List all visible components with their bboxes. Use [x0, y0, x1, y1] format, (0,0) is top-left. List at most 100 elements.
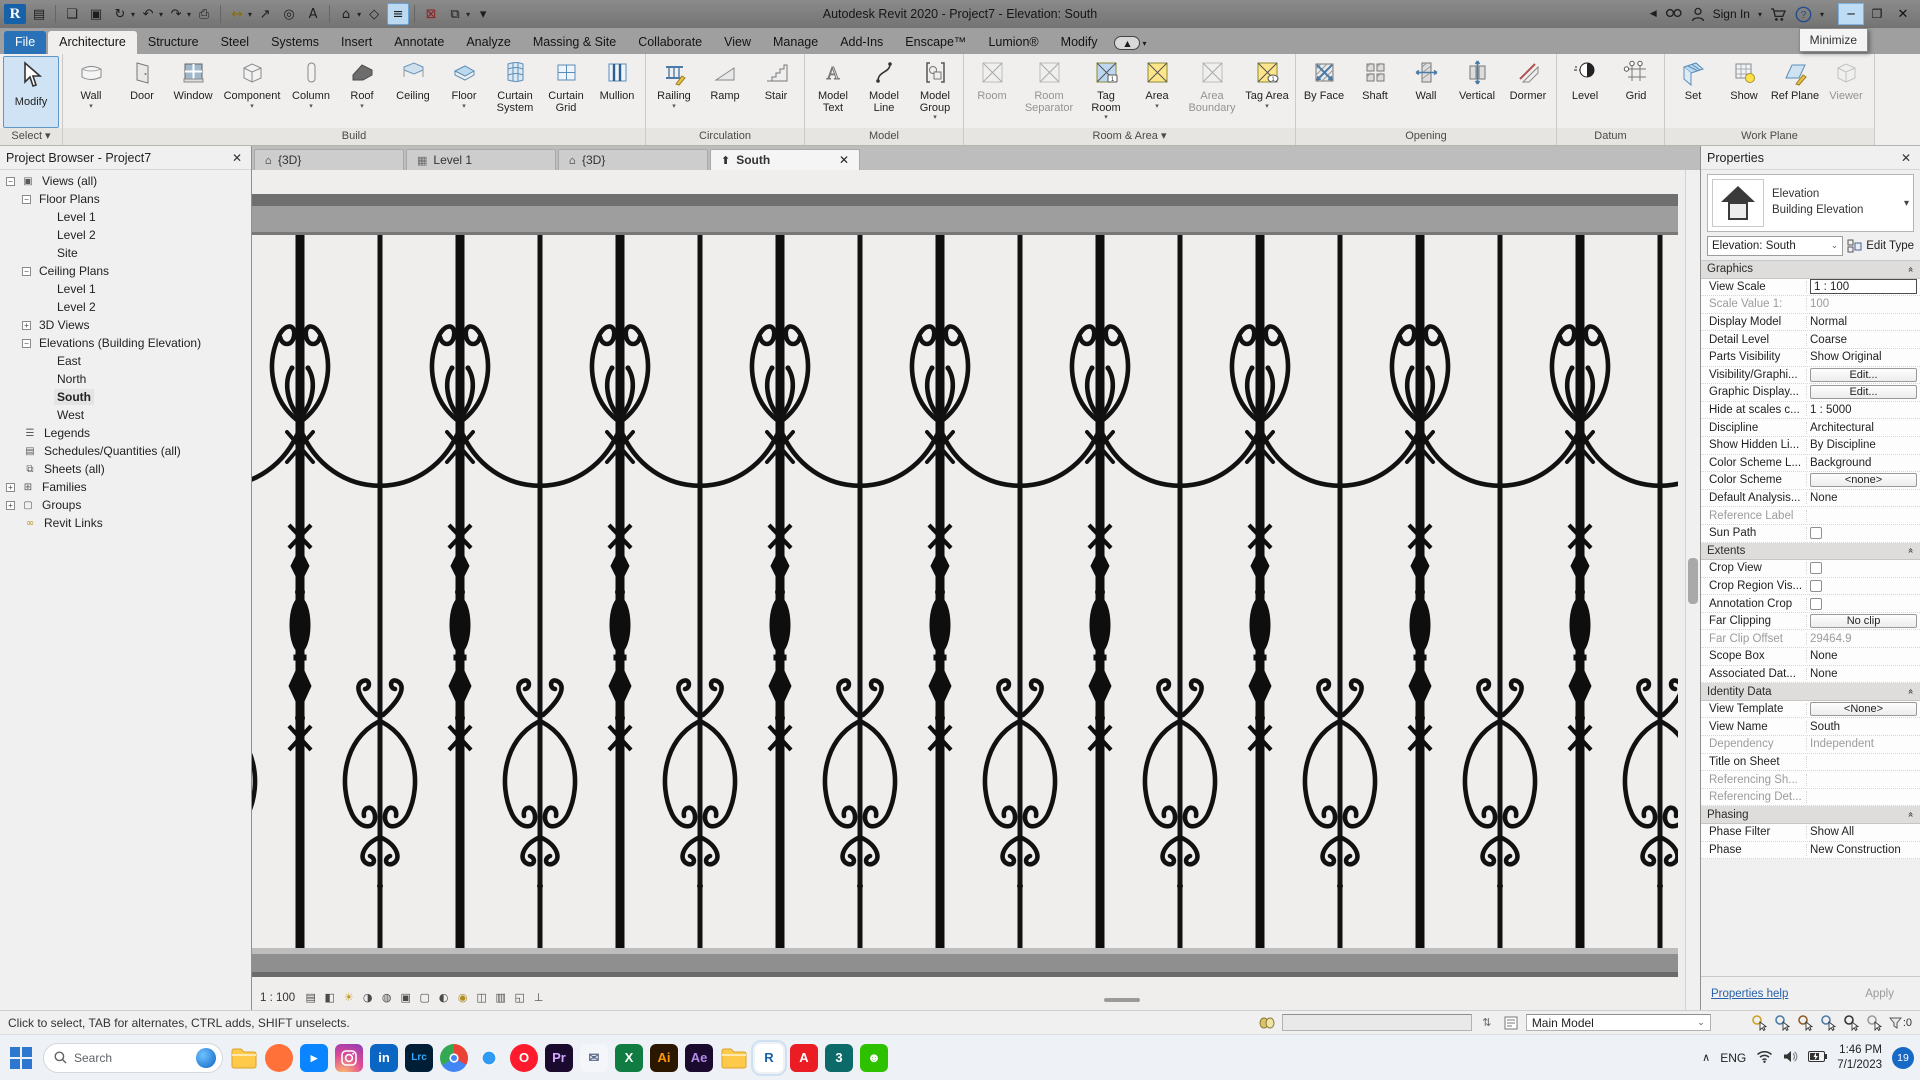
dropdown-caret-icon[interactable]: ▾	[131, 10, 135, 19]
taskbar-search[interactable]: Search	[43, 1042, 223, 1073]
view-tab-close-icon[interactable]: ✕	[839, 153, 849, 167]
ref-plane-button[interactable]: Ref Plane	[1770, 56, 1820, 128]
print-icon[interactable]: ⎙	[193, 3, 215, 25]
ribbon-tab-manage[interactable]: Manage	[762, 31, 829, 54]
curtain-system-button[interactable]: Curtain System	[490, 56, 540, 128]
by-face-button[interactable]: By Face	[1299, 56, 1349, 128]
type-selector[interactable]: Elevation Building Elevation ▾	[1707, 174, 1914, 232]
dropdown-caret-icon[interactable]: ▾	[248, 10, 252, 19]
browser-item-west[interactable]: West	[0, 406, 251, 424]
property-value[interactable]	[1807, 527, 1920, 540]
property-checkbox[interactable]	[1810, 527, 1822, 540]
crop-view-icon[interactable]: ▣	[397, 989, 414, 1006]
railing-button[interactable]: Railing ▾	[649, 56, 699, 128]
mullion-button[interactable]: Mullion	[592, 56, 642, 128]
view-tab-south[interactable]: ⬆ South ✕	[710, 149, 860, 170]
ribbon-tab-view[interactable]: View	[713, 31, 762, 54]
property-value[interactable]	[1807, 579, 1920, 592]
property-value[interactable]: South	[1807, 721, 1920, 733]
select-underlay-elements-icon[interactable]	[1774, 1014, 1792, 1032]
select-pinned-elements-icon[interactable]	[1797, 1014, 1815, 1032]
property-value[interactable]: New Construction	[1807, 844, 1920, 856]
element-selector[interactable]: Elevation: South ⌄	[1707, 236, 1844, 256]
panel-caption-circulation[interactable]: Circulation	[646, 128, 804, 145]
sign-in-dropdown-icon[interactable]: ▾	[1758, 10, 1762, 19]
dropdown-caret-icon[interactable]: ▾	[357, 10, 361, 19]
after-effects-app-button[interactable]: Ae	[685, 1043, 713, 1072]
curtain-grid-button[interactable]: Curtain Grid	[541, 56, 591, 128]
worksharing-icon[interactable]	[1258, 1014, 1276, 1032]
wifi-icon[interactable]	[1756, 1050, 1773, 1066]
property-value[interactable]: None	[1807, 492, 1920, 504]
ceiling-button[interactable]: Ceiling	[388, 56, 438, 128]
horizontal-scrollbar-thumb[interactable]	[1104, 998, 1140, 1002]
revit-logo-icon[interactable]: R	[4, 4, 26, 24]
ribbon-tab-file[interactable]: File	[4, 31, 47, 54]
linkedin-app-button[interactable]: in	[370, 1043, 398, 1072]
active-tool-icon[interactable]: ▲	[1114, 36, 1141, 50]
vertical-scrollbar-thumb[interactable]	[1688, 558, 1698, 604]
tree-expander-plus-icon[interactable]: +	[6, 482, 15, 492]
select-elements-by-face-icon[interactable]	[1820, 1014, 1838, 1032]
project-browser-close-icon[interactable]: ✕	[229, 151, 245, 165]
help-dropdown-icon[interactable]: ▾	[1820, 10, 1824, 19]
lightroom-app-button[interactable]: Lrc	[405, 1043, 433, 1072]
tag-room-button[interactable]: 1 Tag Room ▾	[1081, 56, 1131, 128]
notification-badge[interactable]: 19	[1892, 1046, 1914, 1069]
ribbon-tab-enscape-[interactable]: Enscape™	[894, 31, 977, 54]
customize-quick-access-icon[interactable]: ▾	[472, 3, 494, 25]
restore-button[interactable]: ❐	[1864, 3, 1890, 25]
ribbon-tab-massing-site[interactable]: Massing & Site	[522, 31, 627, 54]
browser-item-site[interactable]: Site	[0, 244, 251, 262]
3ds-max-app-button[interactable]: 3	[825, 1043, 853, 1072]
ribbon-tab-structure[interactable]: Structure	[137, 31, 210, 54]
ribbon-tab-add-ins[interactable]: Add-Ins	[829, 31, 894, 54]
browser-item-elevations-building-elevation-[interactable]: − Elevations (Building Elevation)	[0, 334, 251, 352]
tree-expander-minus-icon[interactable]: −	[22, 194, 31, 204]
battery-icon[interactable]	[1808, 1050, 1828, 1065]
reveal-constraints-icon[interactable]: ⊥	[530, 989, 547, 1006]
tree-expander-minus-icon[interactable]: −	[6, 176, 15, 186]
panel-caption-build[interactable]: Build	[63, 128, 645, 145]
area-button[interactable]: Area ▾	[1132, 56, 1182, 128]
property-value[interactable]: Show Original	[1807, 351, 1920, 363]
folder-app-button[interactable]	[720, 1044, 748, 1072]
app-store-cart-icon[interactable]	[1770, 7, 1787, 22]
mail-app-button[interactable]: ✉	[580, 1043, 608, 1072]
close-button[interactable]: ✕	[1890, 3, 1916, 25]
panel-caption-opening[interactable]: Opening	[1296, 128, 1556, 145]
tree-expander-plus-icon[interactable]: +	[6, 500, 15, 510]
firefox-app-button[interactable]	[265, 1043, 293, 1072]
property-value[interactable]: Coarse	[1807, 334, 1920, 346]
ribbon-tab-lumion-[interactable]: Lumion®	[977, 31, 1049, 54]
panel-caption-model[interactable]: Model	[805, 128, 963, 145]
property-value[interactable]: 1 : 100	[1807, 279, 1920, 295]
browser-item-north[interactable]: North	[0, 370, 251, 388]
view-tab--3d-[interactable]: ⌂ {3D}	[558, 149, 708, 170]
model-text-button[interactable]: A Model Text	[808, 56, 858, 128]
temporary-view-properties-icon[interactable]: ◫	[473, 989, 490, 1006]
tree-expander-minus-icon[interactable]: −	[22, 338, 31, 348]
text-icon[interactable]: A	[302, 3, 324, 25]
property-button[interactable]: Edit...	[1810, 385, 1917, 400]
browser-item-groups[interactable]: + ▢ Groups	[0, 496, 251, 514]
measure-icon[interactable]: ↔	[226, 3, 248, 25]
temporary-hide-isolate-icon[interactable]: ◐	[435, 989, 452, 1006]
exclude-options-icon[interactable]	[1866, 1014, 1884, 1032]
browser-item-revit-links[interactable]: ∞ Revit Links	[0, 514, 251, 532]
modify-button[interactable]: Modify	[3, 56, 59, 128]
ribbon-tab-modify[interactable]: Modify	[1050, 31, 1109, 54]
property-value[interactable]: <none>	[1807, 473, 1920, 488]
browser-item-schedules-quantities-all-[interactable]: ▤ Schedules/Quantities (all)	[0, 442, 251, 460]
help-icon[interactable]: ?	[1795, 6, 1812, 23]
open-icon[interactable]: ❏	[61, 3, 83, 25]
revit-app-button[interactable]: R	[751, 1039, 787, 1076]
tag-area-button[interactable]: 1 Tag Area ▾	[1242, 56, 1292, 128]
excel-app-button[interactable]: X	[615, 1043, 643, 1072]
filter-icon[interactable]: :0	[1888, 1017, 1912, 1029]
acrobat-app-button[interactable]: A	[790, 1043, 818, 1072]
properties-close-icon[interactable]: ✕	[1898, 151, 1914, 165]
reveal-hidden-elements-icon[interactable]: ◉	[454, 989, 471, 1006]
default-3d-view-icon[interactable]: ⌂	[335, 3, 357, 25]
save-icon[interactable]: ▣	[85, 3, 107, 25]
